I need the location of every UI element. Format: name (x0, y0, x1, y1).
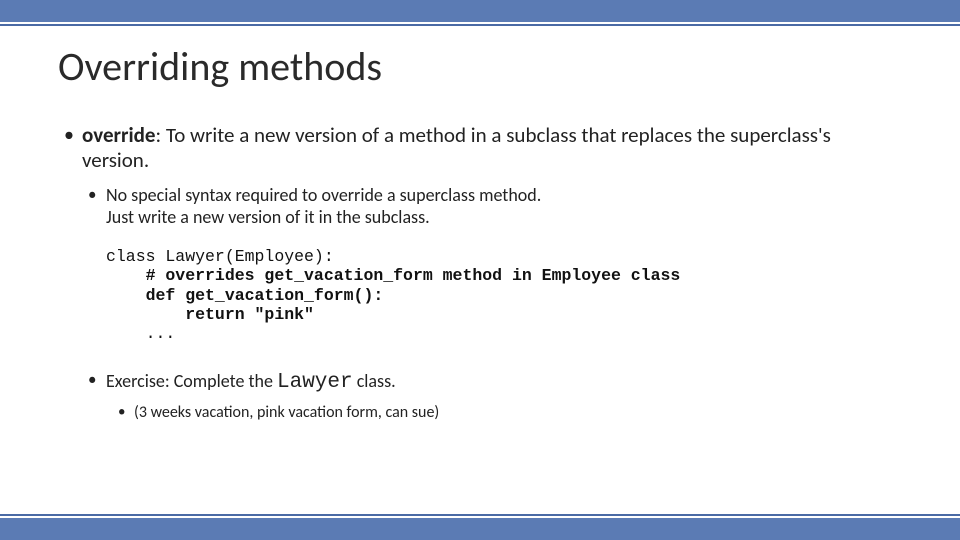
bullet-exercise: Exercise: Complete the Lawyer class. (82, 370, 902, 395)
no-syntax-line1: No special syntax required to override a… (106, 184, 541, 206)
bottom-accent-band (0, 518, 960, 540)
bullet-list-lower: Exercise: Complete the Lawyer class. (3 … (58, 370, 902, 423)
exercise-prefix: Exercise: Complete the (106, 370, 277, 392)
code-block: class Lawyer(Employee): # overrides get_… (106, 247, 902, 344)
term-override: override (82, 122, 155, 148)
slide-body: Overriding methods override: To write a … (0, 22, 960, 518)
code-line-5: ... (106, 324, 175, 343)
exercise-suffix: class. (353, 370, 396, 392)
top-accent-band (0, 0, 960, 22)
bullet-list: override: To write a new version of a me… (58, 123, 902, 229)
slide-title: Overriding methods (58, 42, 902, 91)
definition-text: : To write a new version of a method in … (82, 122, 831, 173)
inline-code-lawyer: Lawyer (277, 371, 353, 394)
no-syntax-line2: Just write a new version of it in the su… (106, 206, 430, 228)
bullet-no-syntax: No special syntax required to override a… (82, 185, 902, 228)
code-line-4: return "pink" (106, 305, 314, 324)
bullet-override-definition: override: To write a new version of a me… (58, 123, 902, 173)
bullet-exercise-detail: (3 weeks vacation, pink vacation form, c… (112, 403, 902, 423)
code-line-2: # overrides get_vacation_form method in … (106, 266, 680, 285)
code-line-3: def get_vacation_form(): (106, 286, 383, 305)
code-line-1: class Lawyer(Employee): (106, 247, 334, 266)
